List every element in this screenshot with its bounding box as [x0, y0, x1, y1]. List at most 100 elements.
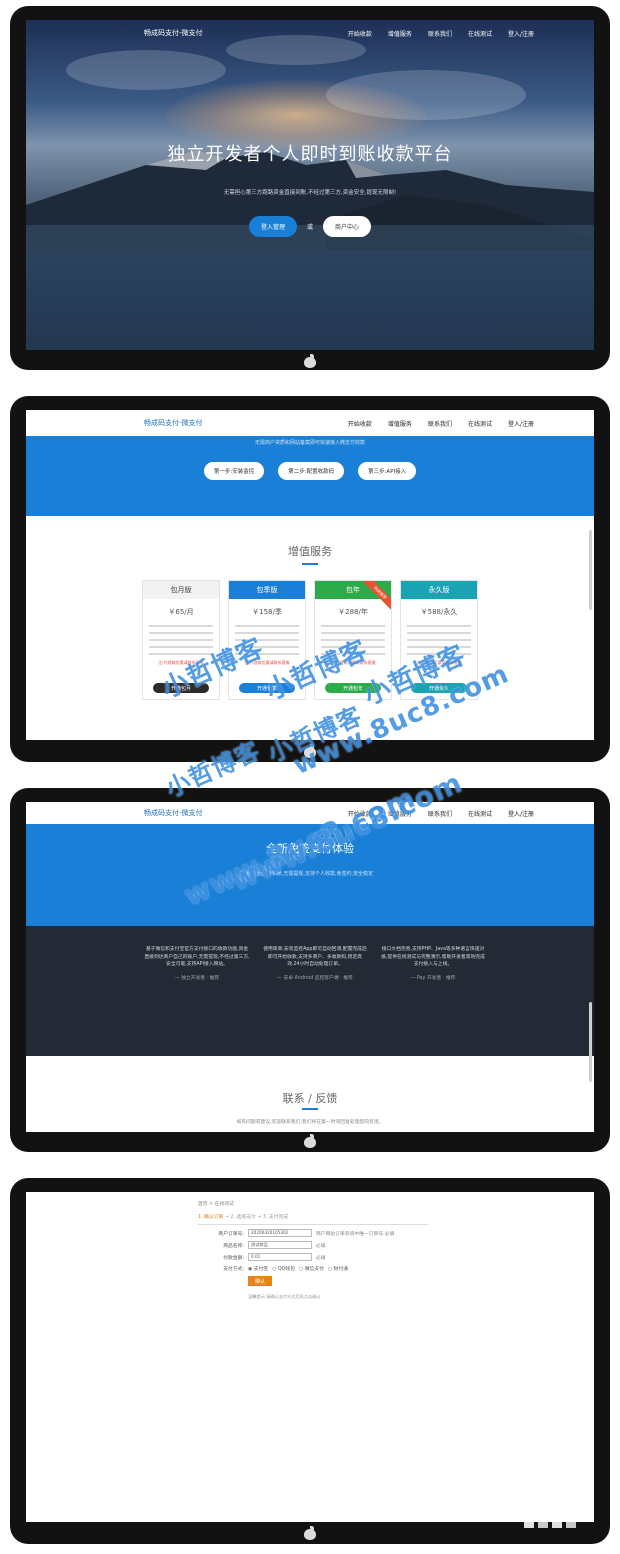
top-navbar: 畅成码支付-微支付 开始收款 增值服务 联系我们 在线测试 登入/注册	[26, 802, 594, 825]
hero-actions: 登入管理 或 商户中心	[26, 216, 594, 237]
hero-subtitle: 无需担心第三方跑路资金直接到账,不经过第三方,资金安全,提现无限制!	[223, 190, 397, 196]
testimonial-3: 接口文档完善,支持PHP、Java等多种语言快速对接,提供在线测试与完整演示,帮…	[380, 946, 486, 983]
hero-background	[26, 20, 594, 350]
apple-logo-icon	[304, 354, 316, 368]
nav-start[interactable]: 开始收款	[348, 419, 372, 428]
product-name-input[interactable]: 测试商品	[248, 1241, 312, 1249]
nav-links: 开始收款 增值服务 联系我们 在线测试 登入/注册	[348, 419, 534, 428]
apple-logo-icon	[304, 1526, 316, 1540]
title-underline	[302, 1108, 318, 1110]
radio-alipay[interactable]: ◉ 支付宝	[248, 1265, 268, 1272]
hero-title: 独立开发者个人即时到账收款平台	[167, 144, 453, 165]
top-navbar: 畅成码支付-微支付 开始收款 增值服务 联系我们 在线测试 登入/注册	[26, 410, 594, 437]
nav-start[interactable]: 开始收款	[348, 29, 372, 38]
plan-price: ￥158/季	[252, 608, 282, 616]
order-steps: 1. 确认订单 → 2. 选择支付 → 3. 支付完成	[198, 1215, 289, 1220]
amount-row: 付款金额: 0.01 必填	[198, 1253, 428, 1261]
nav-test[interactable]: 在线测试	[468, 809, 492, 818]
form-tip: 温馨提示:请确认支付方式后再点击确认	[248, 1294, 321, 1299]
plan-header: 包月版	[143, 581, 219, 599]
login-manage-button[interactable]: 登入管理	[248, 216, 297, 237]
services-title: 增值服务	[288, 545, 332, 558]
field-hint: 必填	[316, 1243, 326, 1249]
setup-steps-band: 无需商户资质和网站备案即可快速接入微支付收款 第一步:安装监控 第二步:配置收款…	[26, 436, 594, 516]
divider	[198, 1224, 428, 1225]
plan-price: ￥65/月	[168, 608, 194, 616]
brand-logo[interactable]: 畅成码支付-微支付	[144, 28, 203, 38]
brand-logo[interactable]: 畅成码支付-微支付	[144, 808, 203, 818]
merchant-center-button[interactable]: 商户中心	[323, 216, 372, 237]
plan-price: ￥288/年	[338, 608, 368, 616]
scrollbar[interactable]	[589, 1002, 592, 1082]
nav-login[interactable]: 登入/注册	[508, 29, 534, 38]
pay-method-row: 支付方式: ◉ 支付宝 ○ QQ钱包 ○ 微信支付 ○ 财付通	[198, 1265, 428, 1272]
nav-services[interactable]: 增值服务	[388, 419, 412, 428]
hero-navbar: 畅成码支付-微支付 开始收款 增值服务 联系我们 在线测试 登入/注册	[26, 20, 594, 46]
nav-login[interactable]: 登入/注册	[508, 809, 534, 818]
nav-test[interactable]: 在线测试	[468, 419, 492, 428]
radio-label: 支付宝	[253, 1267, 269, 1272]
radio-tenpay[interactable]: ○ 财付通	[328, 1265, 348, 1272]
payment-test-form: 首页 > 在线测试 1. 确认订单 → 2. 选择支付 → 3. 支付完成 商户…	[198, 1200, 428, 1300]
field-hint: 商户网站订单系统中唯一订单号,必填	[316, 1231, 395, 1237]
title-underline	[302, 563, 318, 565]
field-label: 付款金额:	[223, 1255, 244, 1261]
radio-label: QQ钱包	[277, 1267, 295, 1272]
field-hint: 必填	[316, 1255, 326, 1261]
brand-logo[interactable]: 畅成码支付-微支付	[144, 418, 203, 428]
contact-text: 如有问题或建议,欢迎联系我们,我们将在第一时间回复处理您的反馈。	[236, 1120, 384, 1125]
field-label: 商户订单号:	[218, 1231, 244, 1237]
plan-price: ￥588/永久	[420, 608, 458, 616]
or-text: 或	[306, 224, 313, 231]
testimonial-text: 接口文档完善,支持PHP、Java等多种语言快速对接,提供在线测试与完整演示,帮…	[381, 947, 485, 968]
breadcrumb[interactable]: 首页 > 在线测试	[198, 1200, 428, 1207]
nav-links: 开始收款 增值服务 联系我们 在线测试 登入/注册	[348, 29, 534, 38]
nav-contact[interactable]: 联系我们	[428, 29, 452, 38]
monitor-2: 畅成码支付-微支付 开始收款 增值服务 联系我们 在线测试 登入/注册 无需商户…	[10, 396, 610, 762]
radio-qq[interactable]: ○ QQ钱包	[272, 1265, 295, 1272]
test-form-screen: 首页 > 在线测试 1. 确认订单 → 2. 选择支付 → 3. 支付完成 商户…	[26, 1192, 594, 1522]
testimonial-author: — 独立开发者 · 推荐	[174, 976, 220, 982]
cloud	[326, 70, 526, 120]
step-confirm-order: 1. 确认订单	[198, 1215, 224, 1220]
order-number-input[interactable]: 20200420105302	[248, 1229, 312, 1237]
scrollbar[interactable]	[589, 530, 592, 610]
apple-logo-icon	[304, 1134, 316, 1148]
nav-test[interactable]: 在线测试	[468, 29, 492, 38]
amount-input[interactable]: 0.01	[248, 1253, 312, 1261]
radio-wechat[interactable]: ○ 微信支付	[299, 1265, 324, 1272]
monitor-4: 首页 > 在线测试 1. 确认订单 → 2. 选择支付 → 3. 支付完成 商户…	[10, 1178, 610, 1544]
nav-login[interactable]: 登入/注册	[508, 419, 534, 428]
step-api-button[interactable]: 第三步:API接入	[358, 462, 417, 480]
monitor-1: 畅成码支付-微支付 开始收款 增值服务 联系我们 在线测试 登入/注册 独立开发…	[10, 6, 610, 370]
step-payment-done: 3. 支付完成	[262, 1215, 289, 1220]
setup-steps: 第一步:安装监控 第二步:配置收款码 第三步:API接入	[26, 462, 594, 480]
nav-contact[interactable]: 联系我们	[428, 419, 452, 428]
testimonials-section: 基于微信和支付宝官方支付接口的收款功能,资金直接到达商户自己的账户,无需提现,不…	[26, 926, 594, 1056]
plan-header: 包季版	[229, 581, 305, 599]
radio-label: 财付通	[333, 1267, 349, 1272]
step-install-button[interactable]: 第一步:安装监控	[203, 462, 265, 480]
testimonial-text: 使用简单,安装监控App即可自动回调,配置完成后即可开始收款,支持多商户、多收款…	[263, 947, 367, 968]
setup-note: 无需商户资质和网站备案即可快速接入微支付收款	[254, 440, 365, 446]
testimonial-author: — Pay 开发者 · 推荐	[410, 976, 456, 982]
features-subtitle: 付款后直接到账,无需提现,支持个人收款,免签约,安全稳定	[246, 871, 374, 877]
cloud	[66, 50, 226, 90]
radio-label: 微信支付	[304, 1267, 324, 1272]
nav-services[interactable]: 增值服务	[388, 29, 412, 38]
corner-logo-icon	[524, 1522, 576, 1528]
order-number-row: 商户订单号: 20200420105302 商户网站订单系统中唯一订单号,必填	[198, 1229, 428, 1237]
plan-header: 永久版	[401, 581, 477, 599]
step-config-button[interactable]: 第二步:配置收款码	[278, 462, 345, 480]
testimonial-2: 使用简单,安装监控App即可自动回调,配置完成后即可开始收款,支持多商户、多收款…	[262, 946, 368, 983]
testimonial-1: 基于微信和支付宝官方支付接口的收款功能,资金直接到达商户自己的账户,无需提现,不…	[144, 946, 250, 983]
contact-title: 联系 / 反馈	[282, 1092, 338, 1105]
hero-screen: 畅成码支付-微支付 开始收款 增值服务 联系我们 在线测试 登入/注册 独立开发…	[26, 20, 594, 350]
testimonial-text: 基于微信和支付宝官方支付接口的收款功能,资金直接到达商户自己的账户,无需提现,不…	[144, 947, 250, 968]
field-label: 支付方式:	[223, 1267, 244, 1272]
confirm-button[interactable]: 确认	[248, 1276, 272, 1286]
product-name-row: 商品名称: 测试商品 必填	[198, 1241, 428, 1249]
testimonial-author: — 安卓 Android 监控客户端 · 推荐	[277, 976, 353, 982]
step-choose-payment: 2. 选择支付	[230, 1215, 256, 1220]
field-label: 商品名称:	[223, 1243, 244, 1249]
